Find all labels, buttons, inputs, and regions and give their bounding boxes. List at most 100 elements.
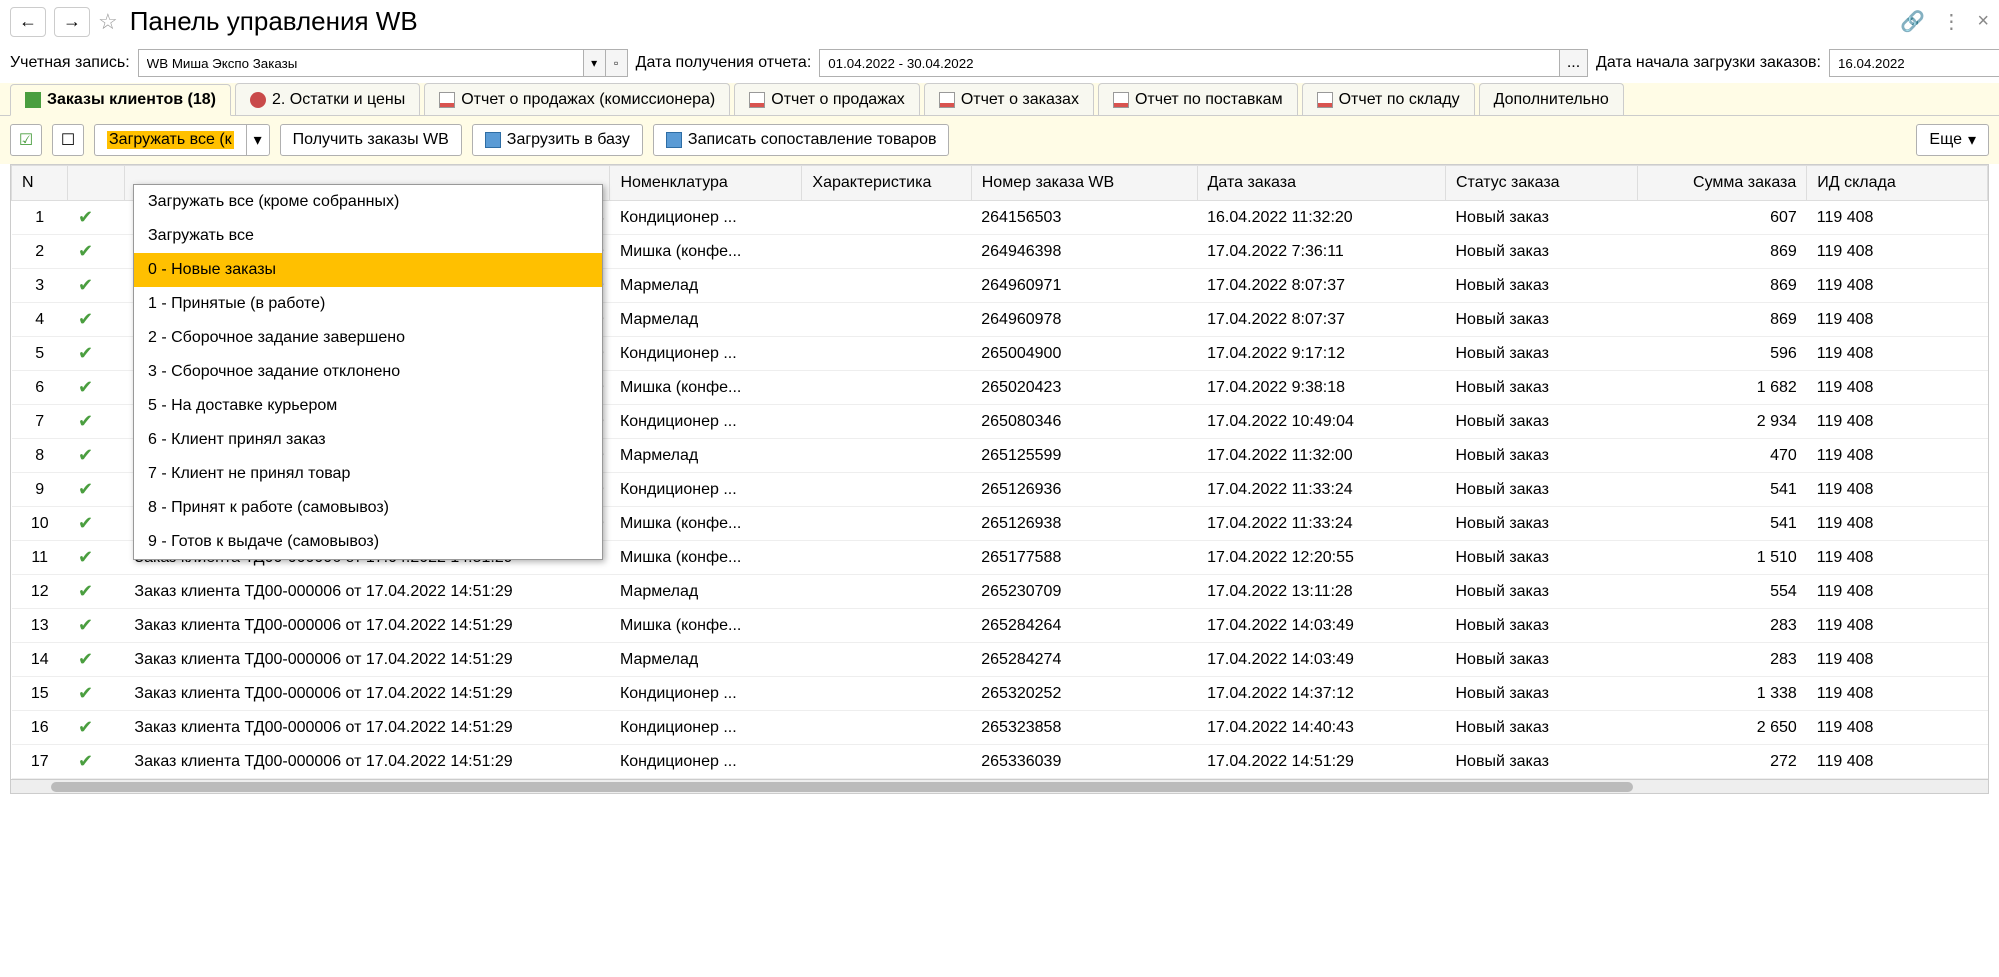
cell-check: ✔ [68, 745, 124, 779]
cell-status: Новый заказ [1445, 575, 1637, 609]
report-icon [939, 92, 955, 108]
dropdown-item-2[interactable]: 0 - Новые заказы [134, 253, 602, 287]
cell-n: 12 [12, 575, 68, 609]
tab-3[interactable]: Отчет о продажах [734, 83, 920, 115]
col-sklad[interactable]: ИД склада [1807, 166, 1988, 201]
save-icon [666, 132, 682, 148]
cell-sum: 869 [1637, 269, 1806, 303]
cell-nom: Мармелад [610, 303, 802, 337]
cell-sum: 869 [1637, 235, 1806, 269]
dropdown-item-3[interactable]: 1 - Принятые (в работе) [134, 287, 602, 321]
cell-check: ✔ [68, 303, 124, 337]
dropdown-item-9[interactable]: 8 - Принят к работе (самовывоз) [134, 491, 602, 525]
cell-nom: Мармелад [610, 643, 802, 677]
cell-wb: 264156503 [971, 201, 1197, 235]
cell-sklad: 119 408 [1807, 337, 1988, 371]
stock-icon [250, 92, 266, 108]
table-row[interactable]: 12✔Заказ клиента ТД00-000006 от 17.04.20… [12, 575, 1988, 609]
favorite-icon[interactable]: ☆ [98, 9, 118, 35]
cell-check: ✔ [68, 643, 124, 677]
cell-date: 17.04.2022 7:36:11 [1197, 235, 1445, 269]
cell-date: 17.04.2022 14:40:43 [1197, 711, 1445, 745]
cell-check: ✔ [68, 337, 124, 371]
load-start-label: Дата начала загрузки заказов: [1596, 54, 1821, 72]
cell-wb: 265336039 [971, 745, 1197, 779]
col-characteristic[interactable]: Характеристика [802, 166, 971, 201]
cell-char [802, 677, 971, 711]
cell-order: Заказ клиента ТД00-000006 от 17.04.2022 … [124, 711, 610, 745]
table-row[interactable]: 15✔Заказ клиента ТД00-000006 от 17.04.20… [12, 677, 1988, 711]
dropdown-item-1[interactable]: Загружать все [134, 219, 602, 253]
tab-6[interactable]: Отчет по складу [1302, 83, 1475, 115]
load-mode-button[interactable]: Загружать все (к [94, 124, 246, 156]
load-mode-dropdown-button[interactable]: ▾ [246, 124, 270, 156]
table-row[interactable]: 14✔Заказ клиента ТД00-000006 от 17.04.20… [12, 643, 1988, 677]
close-icon[interactable]: × [1977, 10, 1989, 33]
cell-order: Заказ клиента ТД00-000006 от 17.04.2022 … [124, 609, 610, 643]
report-icon [1317, 92, 1333, 108]
report-date-input[interactable] [819, 49, 1560, 77]
table-row[interactable]: 17✔Заказ клиента ТД00-000006 от 17.04.20… [12, 745, 1988, 779]
cell-date: 17.04.2022 14:51:29 [1197, 745, 1445, 779]
back-button[interactable]: ← [10, 7, 46, 37]
save-match-button[interactable]: Записать сопоставление товаров [653, 124, 950, 156]
cell-nom: Мишка (конфе... [610, 507, 802, 541]
tab-1[interactable]: 2. Остатки и цены [235, 83, 420, 115]
cell-n: 7 [12, 405, 68, 439]
table-row[interactable]: 13✔Заказ клиента ТД00-000006 от 17.04.20… [12, 609, 1988, 643]
check-icon: ✔ [78, 275, 93, 295]
col-status[interactable]: Статус заказа [1445, 166, 1637, 201]
cell-order: Заказ клиента ТД00-000006 от 17.04.2022 … [124, 643, 610, 677]
tab-label: 2. Остатки и цены [272, 91, 405, 109]
load-start-input[interactable] [1829, 49, 1999, 77]
col-check[interactable] [68, 166, 124, 201]
check-all-button[interactable]: ☑ [10, 124, 42, 156]
check-icon: ✔ [78, 445, 93, 465]
dropdown-item-4[interactable]: 2 - Сборочное задание завершено [134, 321, 602, 355]
cell-date: 17.04.2022 14:37:12 [1197, 677, 1445, 711]
cell-status: Новый заказ [1445, 371, 1637, 405]
col-nomenclature[interactable]: Номенклатура [610, 166, 802, 201]
get-orders-button[interactable]: Получить заказы WB [280, 124, 462, 156]
tab-0[interactable]: Заказы клиентов (18) [10, 84, 231, 116]
table-row[interactable]: 16 ✔ Заказ клиента ТД00-000006 от 17.04.20… [12, 711, 1988, 745]
dropdown-item-6[interactable]: 5 - На доставке курьером [134, 389, 602, 423]
horizontal-scrollbar[interactable] [11, 779, 1988, 793]
more-icon[interactable]: ⋮ [1941, 9, 1961, 34]
account-input[interactable] [138, 49, 584, 77]
tab-2[interactable]: Отчет о продажах (комиссионера) [424, 83, 730, 115]
col-date[interactable]: Дата заказа [1197, 166, 1445, 201]
cell-order: Заказ клиента ТД00-000006 от 17.04.2022 … [124, 677, 610, 711]
load-to-db-button[interactable]: Загрузить в базу [472, 124, 643, 156]
tab-5[interactable]: Отчет по поставкам [1098, 83, 1298, 115]
report-icon [749, 92, 765, 108]
dropdown-item-5[interactable]: 3 - Сборочное задание отклонено [134, 355, 602, 389]
account-dropdown-button[interactable]: ▾ [584, 49, 606, 77]
uncheck-all-button[interactable]: ☐ [52, 124, 84, 156]
tab-7[interactable]: Дополнительно [1479, 83, 1624, 115]
col-sum[interactable]: Сумма заказа [1637, 166, 1806, 201]
cell-n: 16 [12, 711, 68, 745]
col-wb-order[interactable]: Номер заказа WB [971, 166, 1197, 201]
report-icon [1113, 92, 1129, 108]
more-button[interactable]: Еще ▾ [1916, 124, 1989, 156]
dropdown-item-0[interactable]: Загружать все (кроме собранных) [134, 185, 602, 219]
cell-date: 17.04.2022 11:33:24 [1197, 507, 1445, 541]
tab-4[interactable]: Отчет о заказах [924, 83, 1094, 115]
cell-date: 17.04.2022 14:03:49 [1197, 643, 1445, 677]
dropdown-item-7[interactable]: 6 - Клиент принял заказ [134, 423, 602, 457]
dropdown-item-8[interactable]: 7 - Клиент не принял товар [134, 457, 602, 491]
cell-check: ✔ [68, 405, 124, 439]
cell-date: 17.04.2022 14:03:49 [1197, 609, 1445, 643]
report-date-picker-button[interactable]: ... [1560, 49, 1588, 77]
link-icon[interactable]: 🔗 [1900, 9, 1925, 34]
forward-button[interactable]: → [54, 7, 90, 37]
cell-wb: 265230709 [971, 575, 1197, 609]
dropdown-item-10[interactable]: 9 - Готов к выдаче (самовывоз) [134, 525, 602, 559]
tab-label: Отчет по поставкам [1135, 91, 1283, 109]
col-n[interactable]: N [12, 166, 68, 201]
cell-check: ✔ [68, 235, 124, 269]
account-open-button[interactable]: ▫ [606, 49, 628, 77]
cell-n: 9 [12, 473, 68, 507]
check-icon: ✔ [78, 717, 93, 737]
